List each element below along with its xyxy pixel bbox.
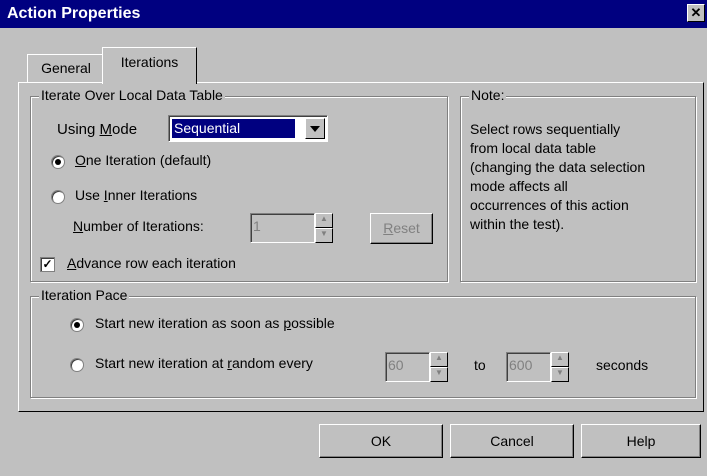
asap-label: Start new iteration as soon as possible bbox=[95, 315, 335, 331]
one-iteration-radio[interactable] bbox=[51, 155, 65, 169]
using-mode-label: Using Mode bbox=[57, 121, 138, 138]
pace-group: Iteration Pace bbox=[30, 287, 696, 398]
spin-up-icon[interactable]: ▲ bbox=[551, 352, 569, 367]
to-label: to bbox=[474, 357, 486, 373]
note-line: within the test). bbox=[470, 216, 565, 232]
spin-up-icon[interactable]: ▲ bbox=[315, 213, 333, 228]
asap-radio[interactable] bbox=[70, 318, 84, 332]
pace-group-title: Iteration Pace bbox=[39, 287, 130, 303]
advance-row-label: Advance row each iteration bbox=[67, 255, 236, 271]
note-line: mode affects all bbox=[470, 178, 568, 194]
random-from-input[interactable]: 60 bbox=[385, 352, 430, 382]
tab-general-label: General bbox=[41, 60, 91, 76]
note-line: (changing the data selection bbox=[470, 159, 646, 175]
num-iterations-label: Number of Iterations: bbox=[73, 218, 204, 234]
random-to-spinner[interactable]: ▲ ▼ bbox=[551, 352, 569, 382]
note-text: Select rows sequentially from local data… bbox=[470, 120, 645, 234]
spin-down-icon[interactable]: ▼ bbox=[430, 367, 448, 382]
random-to-input[interactable]: 600 bbox=[506, 352, 551, 382]
ok-button[interactable]: OK bbox=[319, 424, 443, 458]
using-mode-value: Sequential bbox=[172, 119, 295, 138]
note-line: from local data table bbox=[470, 140, 597, 156]
tab-general[interactable]: General bbox=[27, 54, 105, 83]
chevron-down-icon[interactable] bbox=[305, 118, 325, 139]
tab-iterations[interactable]: Iterations bbox=[102, 47, 197, 84]
random-from-spinner[interactable]: ▲ ▼ bbox=[430, 352, 448, 382]
help-button[interactable]: Help bbox=[581, 424, 701, 458]
random-label: Start new iteration at random every bbox=[95, 355, 313, 371]
advance-row-checkbox[interactable]: ✓ bbox=[40, 257, 55, 272]
num-iterations-input[interactable]: 1 bbox=[250, 213, 315, 243]
using-mode-select[interactable]: Sequential bbox=[168, 115, 328, 142]
cancel-button[interactable]: Cancel bbox=[450, 424, 574, 458]
iterate-group-title: Iterate Over Local Data Table bbox=[39, 87, 225, 103]
window-title: Action Properties bbox=[7, 5, 141, 22]
note-line: Select rows sequentially bbox=[470, 121, 621, 137]
close-button[interactable]: ✕ bbox=[687, 4, 705, 22]
inner-iterations-radio[interactable] bbox=[51, 190, 65, 204]
inner-iterations-label: Use Inner Iterations bbox=[75, 187, 198, 203]
random-radio[interactable] bbox=[70, 358, 84, 372]
tab-iterations-label: Iterations bbox=[120, 54, 179, 70]
reset-button[interactable]: Reset bbox=[370, 213, 433, 244]
num-iterations-spinner[interactable]: ▲ ▼ bbox=[315, 213, 333, 243]
spin-down-icon[interactable]: ▼ bbox=[551, 367, 569, 382]
one-iteration-label: One Iteration (default) bbox=[75, 152, 212, 168]
note-title: Note: bbox=[469, 87, 507, 103]
seconds-label: seconds bbox=[596, 357, 649, 373]
title-bar: Action Properties ✕ bbox=[0, 0, 707, 28]
spin-down-icon[interactable]: ▼ bbox=[315, 228, 333, 243]
spin-up-icon[interactable]: ▲ bbox=[430, 352, 448, 367]
note-line: occurrences of this action bbox=[470, 197, 629, 213]
